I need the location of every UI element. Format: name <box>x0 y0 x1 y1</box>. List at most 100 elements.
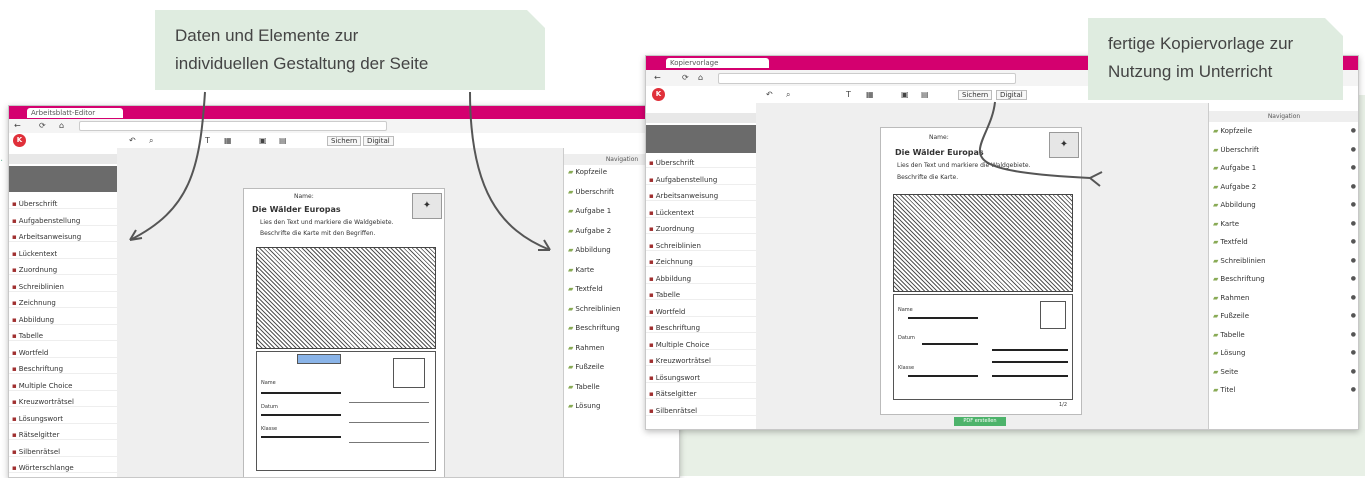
sidebar-item[interactable]: ▪ Lückentext <box>9 250 117 259</box>
label-box[interactable] <box>393 358 425 388</box>
sidebar-item[interactable]: ▪ Rätselgitter <box>9 431 117 440</box>
sidebar-item[interactable]: ▪ Überschrift <box>646 159 756 168</box>
sidebar-item[interactable]: ▪ Wortfeld <box>9 349 117 358</box>
reload-icon[interactable]: ⟳ <box>39 121 46 130</box>
sidebar-item[interactable]: ▪ Lückentext <box>646 209 756 218</box>
item-label: Fußzeile <box>1220 312 1250 320</box>
sidebar-item[interactable]: ▪ Wörterschlange <box>9 464 117 473</box>
home-icon[interactable]: ⌂ <box>698 73 703 82</box>
navigator-item[interactable]: ▰ Lösung ● <box>1209 349 1358 357</box>
sidebar-item[interactable]: ▪ Schreiblinien <box>646 242 756 251</box>
visibility-icon[interactable]: ● <box>1351 201 1356 208</box>
zoom-icon[interactable]: ⌕ <box>786 90 790 100</box>
sidebar-item[interactable]: ▪ Silbenrätsel <box>9 448 117 457</box>
browser-tab[interactable]: Arbeitsblatt-Editor <box>27 108 123 118</box>
back-icon[interactable]: ← <box>14 121 21 130</box>
preview-window: Kopiervorlage ← ⟳ ⌂ K ↶ ⌕ T ▦ ▣ ▤ Sicher… <box>645 55 1359 430</box>
visibility-icon[interactable]: ● <box>1351 331 1356 338</box>
sidebar-item[interactable]: ▪ Abbildung <box>9 316 117 325</box>
visibility-icon[interactable]: ● <box>1351 220 1356 227</box>
visibility-icon[interactable]: ● <box>1351 349 1356 356</box>
visibility-icon[interactable]: ● <box>1351 183 1356 190</box>
navigator-item[interactable]: ▰ Aufgabe 1 ● <box>1209 164 1358 172</box>
navigator-item[interactable]: ▰ Überschrift ● <box>1209 146 1358 154</box>
navigator-item[interactable]: ▰ Textfeld ● <box>1209 238 1358 246</box>
image-icon[interactable]: ▣ <box>259 136 267 145</box>
sichern-button[interactable]: Sichern <box>958 90 993 100</box>
zoom-icon[interactable]: ⌕ <box>149 136 153 146</box>
sidebar-item[interactable]: ▪ Kreuzworträtsel <box>646 357 756 366</box>
visibility-icon[interactable]: ● <box>1351 238 1356 245</box>
sidebar-item[interactable]: ▪ Kreuzworträtsel <box>9 398 117 407</box>
navigator-item[interactable]: ▰ Tabelle ● <box>1209 331 1358 339</box>
browser-tab[interactable]: Kopiervorlage <box>666 58 769 68</box>
url-field[interactable] <box>718 73 1016 84</box>
grid-icon[interactable]: ▦ <box>224 136 232 145</box>
sidebar-item[interactable]: ▪ Schreiblinien <box>9 283 117 292</box>
sidebar-item[interactable]: ▪ Arbeitsanweisung <box>9 233 117 242</box>
navigator-item[interactable]: ▰ Beschriftung ● <box>1209 275 1358 283</box>
undo-icon[interactable]: ↶ <box>129 136 136 145</box>
navigator-item[interactable]: ▰ Rahmen ● <box>1209 294 1358 302</box>
sidebar-item[interactable]: ▪ Beschriftung <box>9 365 117 374</box>
sidebar-item[interactable]: ▪ Tabelle <box>646 291 756 300</box>
visibility-icon[interactable]: ● <box>1351 294 1356 301</box>
sidebar-item[interactable]: ▪ Multiple Choice <box>646 341 756 350</box>
sidebar-item[interactable]: ▪ Rätselgitter <box>646 390 756 399</box>
sidebar-item[interactable]: ▪ Abbildung <box>646 275 756 284</box>
visibility-icon[interactable]: ● <box>1351 368 1356 375</box>
navigator-item[interactable]: ▰ Kopfzeile ● <box>1209 127 1358 135</box>
answer-area[interactable]: Name Datum Klasse <box>256 351 436 471</box>
navigator-item[interactable]: ▰ Fußzeile ● <box>1209 312 1358 320</box>
undo-icon[interactable]: ↶ <box>766 90 773 99</box>
writing-line <box>261 436 341 438</box>
navigator-item[interactable]: ▰ Titel ● <box>1209 386 1358 394</box>
writing-line <box>992 375 1068 377</box>
visibility-icon[interactable]: ● <box>1351 164 1356 171</box>
grid-icon[interactable]: ▦ <box>866 90 874 99</box>
visibility-icon[interactable]: ● <box>1351 146 1356 153</box>
sidebar-item[interactable]: ▪ Zuordnung <box>9 266 117 275</box>
element-icon: ▪ <box>12 398 17 406</box>
element-icon: ▰ <box>568 187 574 196</box>
sidebar-item[interactable]: ▪ Beschriftung <box>646 324 756 333</box>
sidebar-item[interactable]: ▪ Arbeitsanweisung <box>646 192 756 201</box>
text-icon[interactable]: T <box>205 136 210 145</box>
pdf-button[interactable]: PDF erstellen <box>954 417 1006 426</box>
image-icon[interactable]: ▣ <box>901 90 909 99</box>
visibility-icon[interactable]: ● <box>1351 257 1356 264</box>
navigator-item[interactable]: ▰ Seite ● <box>1209 368 1358 376</box>
sidebar-item[interactable]: ▪ Aufgabenstellung <box>9 217 117 226</box>
navigator-item[interactable]: ▰ Schreiblinien ● <box>1209 257 1358 265</box>
navigator-item[interactable]: ▰ Abbildung ● <box>1209 201 1358 209</box>
sidebar-item[interactable]: ▪ Zeichnung <box>646 258 756 267</box>
visibility-icon[interactable]: ● <box>1351 312 1356 319</box>
sidebar-item[interactable]: ▪ Zeichnung <box>9 299 117 308</box>
sidebar-item[interactable]: ▪ Aufgabenstellung <box>646 176 756 185</box>
sidebar-item[interactable]: ▪ Wortfeld <box>646 308 756 317</box>
home-icon[interactable]: ⌂ <box>59 121 64 130</box>
sidebar-item[interactable]: ▪ Silbenrätsel <box>646 407 756 416</box>
sidebar-item[interactable]: ▪ Lösungswort <box>646 374 756 383</box>
sidebar-item[interactable]: ▪ Lösungswort <box>9 415 117 424</box>
table-icon[interactable]: ▤ <box>279 136 287 145</box>
sidebar-item[interactable]: ▪ Multiple Choice <box>9 382 117 391</box>
visibility-icon[interactable]: ● <box>1351 386 1356 393</box>
url-field[interactable] <box>79 121 387 131</box>
item-label: Lösungswort <box>18 414 64 423</box>
digital-button[interactable]: Digital <box>363 136 394 146</box>
back-icon[interactable]: ← <box>654 73 661 82</box>
visibility-icon[interactable]: ● <box>1351 127 1356 134</box>
text-icon[interactable]: T <box>846 90 851 99</box>
selected-label[interactable] <box>297 354 341 364</box>
digital-button[interactable]: Digital <box>996 90 1027 100</box>
sichern-button[interactable]: Sichern <box>327 136 362 146</box>
sidebar-item[interactable]: ▪ Überschrift <box>9 200 117 209</box>
visibility-icon[interactable]: ● <box>1351 275 1356 282</box>
navigator-item[interactable]: ▰ Karte ● <box>1209 220 1358 228</box>
reload-icon[interactable]: ⟳ <box>682 73 689 82</box>
table-icon[interactable]: ▤ <box>921 90 929 99</box>
sidebar-item[interactable]: ▪ Zuordnung <box>646 225 756 234</box>
navigator-item[interactable]: ▰ Aufgabe 2 ● <box>1209 183 1358 191</box>
sidebar-item[interactable]: ▪ Tabelle <box>9 332 117 341</box>
